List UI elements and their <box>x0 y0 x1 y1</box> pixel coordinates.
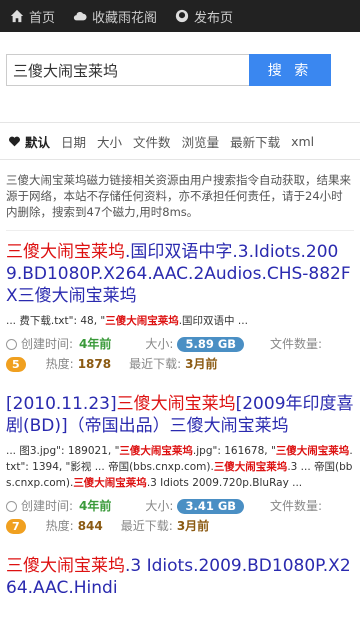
heat-label: 热度: <box>45 519 74 533</box>
tab-default-label: 默认 <box>25 134 51 150</box>
tab-views[interactable]: 浏览量 <box>182 132 220 151</box>
last-download-value: 3月前 <box>185 357 218 371</box>
created-label: 创建时间: <box>21 499 74 513</box>
heat-label: 热度: <box>45 357 74 371</box>
tab-default[interactable]: 默认 <box>8 132 50 151</box>
last-download-label: 最近下载: <box>129 357 182 371</box>
size-badge: 3.41 GB <box>177 498 245 514</box>
file-count-badge: 5 <box>6 356 26 372</box>
result-meta: 创建时间: 4年前 大小: 5.89 GB 文件数量: 5 热度: 1878 最… <box>6 335 354 373</box>
nav-favorites[interactable]: 收藏雨花阁 <box>73 7 157 26</box>
file-count-badge: 7 <box>6 518 26 534</box>
github-icon <box>175 9 189 23</box>
file-count-label: 文件数量: <box>270 499 323 513</box>
last-download-value: 3月前 <box>176 519 210 533</box>
result-title-link[interactable]: 三傻大闹宝莱坞.3 Idiots.2009.BD1080P.X264.AAC.H… <box>6 555 354 599</box>
result-meta: 创建时间: 4年前 大小: 3.41 GB 文件数量: 7 热度: 844 最近… <box>6 497 354 535</box>
nav-favorites-label: 收藏雨花阁 <box>92 10 158 26</box>
result-title-text: [2010.11.23] <box>6 394 117 414</box>
heat-value: 844 <box>77 519 103 533</box>
nav-home-label: 首页 <box>29 10 56 26</box>
tab-size[interactable]: 大小 <box>97 132 122 151</box>
created-value: 4年前 <box>79 499 112 513</box>
size-label: 大小: <box>145 499 174 513</box>
size-badge: 5.89 GB <box>177 336 245 352</box>
heart-icon <box>9 136 20 146</box>
result-title-link[interactable]: 三傻大闹宝莱坞.国印双语中字.3.Idiots.2009.BD1080P.X26… <box>6 241 354 307</box>
result-title-highlight: 三傻大闹宝莱坞 <box>6 242 125 262</box>
search-bar: 搜 索 <box>0 32 360 108</box>
result-title-highlight: 三傻大闹宝莱坞 <box>116 394 236 414</box>
created-label: 创建时间: <box>21 337 74 351</box>
result-title-text: 三傻大闹宝莱坞 <box>169 416 289 436</box>
last-download-label: 最近下载: <box>120 519 173 533</box>
clock-icon <box>6 338 17 350</box>
result-item: [2010.11.23]三傻大闹宝莱坞[2009年印度喜剧(BD)]（帝国出品）… <box>0 373 360 535</box>
clock-icon <box>6 500 17 512</box>
sort-tabs: 默认 日期 大小 文件数 浏览量 最新下载 xml <box>0 122 360 160</box>
file-count-label: 文件数量: <box>270 337 323 351</box>
nav-home[interactable]: 首页 <box>10 7 55 26</box>
size-label: 大小: <box>145 337 174 351</box>
result-title-highlight: 三傻大闹宝莱坞 <box>6 556 125 576</box>
result-snippet: ... 图3.jpg": 189021, "三傻大闹宝莱坞.jpg": 1616… <box>6 445 353 489</box>
result-snippet: ... 费下载.txt": 48, "三傻大闹宝莱坞.国印双语中 ... <box>6 315 248 327</box>
result-title-text: 三傻大闹宝莱坞 <box>17 286 137 306</box>
nav-publish-label: 发布页 <box>194 10 234 26</box>
search-input[interactable] <box>6 54 249 86</box>
tab-date[interactable]: 日期 <box>61 132 86 151</box>
search-notice: 三傻大闹宝莱坞磁力链接相关资源由用户搜索指令自动获取，结果来源于网络，本站不存储… <box>6 172 354 231</box>
result-item: 三傻大闹宝莱坞.国印双语中字.3.Idiots.2009.BD1080P.X26… <box>0 231 360 373</box>
home-icon <box>10 9 24 23</box>
result-title-link[interactable]: [2010.11.23]三傻大闹宝莱坞[2009年印度喜剧(BD)]（帝国出品）… <box>6 393 354 437</box>
created-value: 4年前 <box>79 337 112 351</box>
heat-value: 1878 <box>77 357 112 371</box>
nav-publish[interactable]: 发布页 <box>175 7 233 26</box>
result-item: 三傻大闹宝莱坞.3 Idiots.2009.BD1080P.X264.AAC.H… <box>0 535 360 599</box>
cloud-icon <box>73 11 87 21</box>
tab-file-count[interactable]: 文件数 <box>133 132 171 151</box>
top-nav: 首页 收藏雨花阁 发布页 <box>0 0 360 32</box>
tab-latest-download[interactable]: 最新下载 <box>230 132 280 151</box>
search-button[interactable]: 搜 索 <box>249 54 331 86</box>
tab-xml[interactable]: xml <box>291 134 314 149</box>
